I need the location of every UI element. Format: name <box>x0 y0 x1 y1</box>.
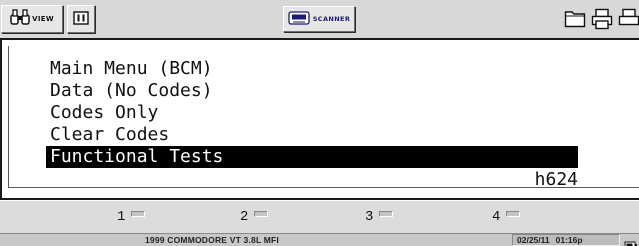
status-bar: 1999 COMMODORE VT 3.8L MFI 02/25/11 01:1… <box>0 233 639 246</box>
top-toolbar: VIEW SCANNER <box>0 0 639 38</box>
date-text: 02/25/11 <box>517 235 550 245</box>
vehicle-info: 1999 COMMODORE VT 3.8L MFI <box>145 235 279 245</box>
softkey-4[interactable]: 4 <box>492 207 521 227</box>
softkey-number: 1 <box>117 209 126 225</box>
softkey-number: 2 <box>240 209 249 225</box>
scanner-device-icon <box>288 10 310 29</box>
pause-bars-icon <box>73 10 89 29</box>
scanner-button[interactable]: SCANNER <box>283 6 355 32</box>
battery-icon <box>624 235 638 246</box>
menu-item-data-no-codes[interactable]: Data (No Codes) <box>50 80 213 102</box>
softkey-indicator <box>131 211 146 217</box>
folder-icon[interactable] <box>564 8 586 32</box>
menu-item-codes-only[interactable]: Codes Only <box>50 102 158 124</box>
softkey-indicator <box>379 211 394 217</box>
menu-item-functional-tests-selected[interactable]: Functional Tests <box>46 146 578 168</box>
time-text: 01:16p <box>555 235 583 245</box>
softkey-number: 3 <box>365 209 374 225</box>
scanner-button-label: SCANNER <box>312 15 351 23</box>
softkey-3[interactable]: 3 <box>365 207 394 227</box>
binoculars-icon <box>10 9 30 29</box>
menu-item-clear-codes[interactable]: Clear Codes <box>50 124 169 146</box>
screen-code: h624 <box>534 169 578 190</box>
view-button-label: VIEW <box>32 15 54 23</box>
softkey-1[interactable]: 1 <box>117 207 146 227</box>
view-button[interactable]: VIEW <box>1 5 63 33</box>
printer-icon[interactable] <box>591 8 613 34</box>
date-time-display: 02/25/11 01:16p <box>512 234 620 246</box>
softkey-indicator <box>506 211 521 217</box>
softkey-indicator <box>254 211 269 217</box>
softkey-number: 4 <box>492 209 501 225</box>
menu-item-main-menu[interactable]: Main Menu (BCM) <box>50 58 213 80</box>
printer-icon[interactable] <box>618 8 639 34</box>
softkey-bar: 1 2 3 4 <box>0 200 639 233</box>
softkey-2[interactable]: 2 <box>240 207 269 227</box>
pause-button[interactable] <box>67 5 95 33</box>
